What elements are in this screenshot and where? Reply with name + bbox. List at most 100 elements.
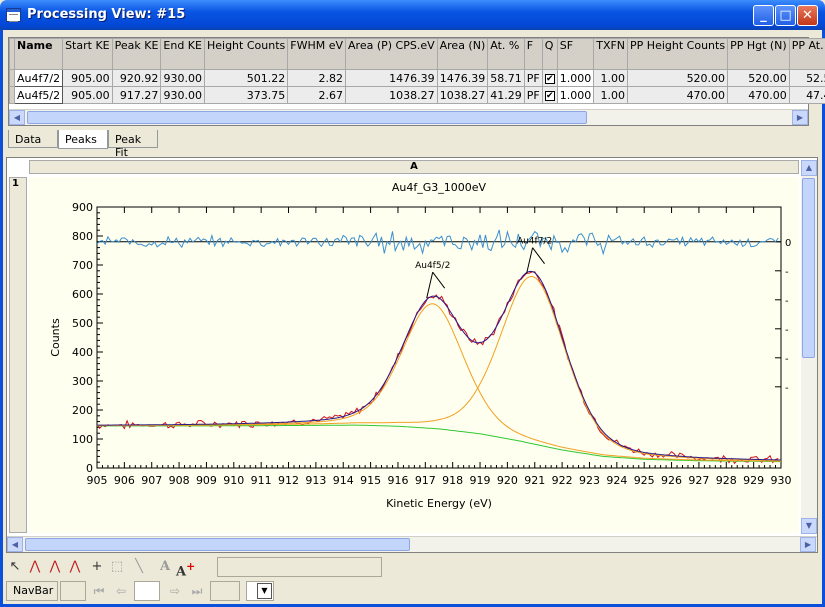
table-cell-pp-height[interactable]: 470.00	[627, 86, 729, 104]
checkbox[interactable]: ✔	[544, 90, 555, 101]
last-icon[interactable]: ⏭	[188, 582, 206, 600]
table-cell-sf[interactable]: 1.000	[556, 69, 595, 87]
tab-data[interactable]: Data	[8, 130, 58, 148]
table-cell-sf[interactable]: 1.000	[556, 86, 595, 104]
line-tool-icon[interactable]: ╲	[130, 558, 148, 576]
table-cell-height[interactable]: 373.75	[203, 86, 289, 104]
table-cell-start-ke[interactable]: 905.00	[62, 69, 113, 87]
checkbox[interactable]: ✔	[544, 73, 555, 84]
column-header-3[interactable]: End KE	[160, 38, 205, 70]
nav-dropdown[interactable]: ▼	[246, 581, 274, 601]
scroll-left-icon[interactable]: ◀	[9, 110, 25, 125]
close-button[interactable]: ✕	[797, 5, 818, 26]
next-icon[interactable]: ⇨	[166, 582, 184, 600]
table-cell-f[interactable]: PF	[523, 86, 543, 104]
table-cell-area-n[interactable]: 1476.39	[436, 69, 489, 87]
plot-scroll-right-icon[interactable]: ▶	[800, 537, 816, 552]
add-doublet-icon[interactable]: ⋀	[46, 558, 64, 576]
x-axis-label: Kinetic Energy (eV)	[386, 497, 492, 510]
table-cell-pp-hgt-n[interactable]: 520.00	[727, 69, 790, 87]
table-cell-start-ke[interactable]: 905.00	[62, 86, 113, 104]
column-header-7[interactable]: Area (N)	[436, 38, 489, 70]
y-tick-label: 0	[86, 462, 93, 475]
table-cell-fwhm[interactable]: 2.82	[287, 69, 347, 87]
y-tick-label: 200	[72, 404, 93, 417]
add-multiplet-icon[interactable]: ⋀	[66, 558, 84, 576]
column-header-15[interactable]: PP At. %	[788, 38, 825, 70]
vscroll-thumb[interactable]	[802, 178, 815, 358]
table-cell-name[interactable]: Au4f7/2	[13, 69, 64, 87]
prev-icon[interactable]: ⇦	[112, 582, 130, 600]
x-tick-label: 907	[141, 474, 162, 487]
column-header-9[interactable]: F	[523, 38, 543, 70]
table-cell-txfn[interactable]: 1.00	[593, 86, 629, 104]
scroll-right-icon[interactable]: ▶	[792, 110, 808, 125]
nav-bar: NavBar ⏮ ⇦ ⇨ ⏭ ▼	[6, 580, 276, 602]
table-cell-area-p[interactable]: 1476.39	[345, 69, 438, 87]
scroll-up-icon[interactable]: ▲	[801, 160, 817, 176]
plot-area[interactable]: Au4f_G3_1000eV Kinetic Energy (eV) Counts 9…	[29, 177, 799, 533]
column-header-4[interactable]: Height Counts	[203, 38, 289, 70]
region-select-icon[interactable]: ⬚	[108, 558, 126, 576]
plot-horizontal-scrollbar[interactable]: ◀ ▶	[7, 536, 817, 552]
table-cell-q[interactable]: ✔	[541, 86, 558, 104]
first-icon[interactable]: ⏮	[90, 582, 108, 600]
table-cell-q[interactable]: ✔	[541, 69, 558, 87]
table-cell-peak-ke[interactable]: 920.92	[111, 69, 162, 87]
plot-scroll-thumb[interactable]	[25, 538, 410, 551]
table-cell-end-ke[interactable]: 930.00	[160, 69, 205, 87]
table-cell-name[interactable]: Au4f5/2	[13, 86, 64, 104]
pointer-icon[interactable]: ↖	[6, 558, 24, 576]
table-cell-pp-hgt-n[interactable]: 470.00	[727, 86, 790, 104]
add-text-annotation-icon[interactable]: A+	[176, 558, 195, 579]
table-row[interactable]: Au4f5/2 905.00 917.27 930.00 373.75 2.67 1038.…	[9, 86, 825, 104]
column-header-6[interactable]: Area (P) CPS.eV	[345, 38, 438, 70]
column-header-14[interactable]: PP Hgt (N)	[727, 38, 790, 70]
x-tick-label: 913	[305, 474, 326, 487]
table-row[interactable]: Au4f7/2 905.00 920.92 930.00 501.22 2.82 1476.…	[9, 69, 825, 87]
column-header-10[interactable]: Q	[541, 38, 558, 70]
add-peak-icon[interactable]: ⋀	[26, 558, 44, 576]
table-cell-pp-at-pct[interactable]: 52.53	[788, 69, 825, 87]
table-cell-at-pct[interactable]: 41.29	[487, 86, 525, 104]
table-cell-f[interactable]: PF	[523, 69, 543, 87]
table-cell-area-p[interactable]: 1038.27	[345, 86, 438, 104]
tab-peaks[interactable]: Peaks	[58, 130, 108, 149]
minimize-button[interactable]: _	[753, 5, 774, 26]
column-header-13[interactable]: PP Height Counts	[627, 38, 729, 70]
scroll-thumb[interactable]	[27, 111, 587, 124]
crosshair-icon[interactable]: +	[88, 558, 106, 576]
tab-peak-fit[interactable]: Peak Fit	[108, 130, 158, 159]
dropdown-arrow-icon[interactable]: ▼	[257, 583, 272, 599]
nav-index-input[interactable]	[134, 581, 160, 601]
table-cell-height[interactable]: 501.22	[203, 69, 289, 87]
table-cell-pp-at-pct[interactable]: 47.47	[788, 86, 825, 104]
column-header-2[interactable]: Peak KE	[111, 38, 162, 70]
table-horizontal-scrollbar[interactable]: ◀ ▶	[9, 109, 808, 125]
peak-marker	[432, 271, 446, 289]
column-header-12[interactable]: TXFN	[593, 38, 629, 70]
table-cell-end-ke[interactable]: 930.00	[160, 86, 205, 104]
x-tick-label: 917	[415, 474, 436, 487]
maximize-button[interactable]: □	[775, 5, 796, 26]
column-header-11[interactable]: SF	[556, 38, 595, 70]
table-cell-fwhm[interactable]: 2.67	[287, 86, 347, 104]
scroll-down-icon[interactable]: ▼	[801, 518, 817, 534]
plot-vertical-scrollbar[interactable]: ▲ ▼	[801, 160, 817, 534]
column-header-8[interactable]: At. %	[487, 38, 525, 70]
table-cell-at-pct[interactable]: 58.71	[487, 69, 525, 87]
x-tick-label: 925	[634, 474, 655, 487]
column-header-5[interactable]: FWHM eV	[287, 38, 347, 70]
title-bar[interactable]: Processing View: #15 _ □ ✕	[0, 0, 825, 30]
table-cell-txfn[interactable]: 1.00	[593, 69, 629, 87]
table-cell-area-n[interactable]: 1038.27	[436, 86, 489, 104]
column-header-0[interactable]: Name	[13, 38, 64, 70]
table-cell-peak-ke[interactable]: 917.27	[111, 86, 162, 104]
table-cell-pp-height[interactable]: 520.00	[627, 69, 729, 87]
text-annotation-icon[interactable]: A	[156, 558, 174, 576]
spectrum-chart[interactable]: Au4f_G3_1000eV Kinetic Energy (eV) Counts 9…	[29, 177, 799, 533]
x-tick-label: 919	[470, 474, 491, 487]
column-header-1[interactable]: Start KE	[62, 38, 113, 70]
plot-scroll-left-icon[interactable]: ◀	[7, 537, 23, 552]
x-tick-label: 929	[743, 474, 764, 487]
